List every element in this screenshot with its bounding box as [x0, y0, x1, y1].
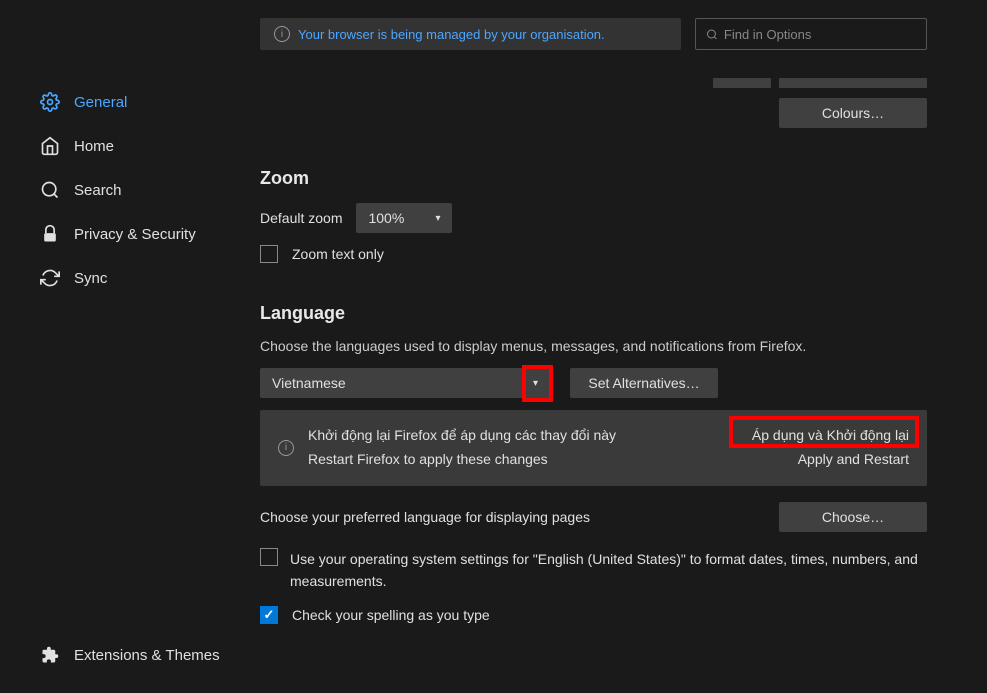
- os-settings-label: Use your operating system settings for "…: [290, 548, 927, 593]
- info-icon: i: [274, 26, 290, 42]
- gear-icon: [40, 92, 60, 112]
- lock-icon: [40, 224, 60, 244]
- chevron-down-icon: ▾: [435, 213, 440, 224]
- language-select[interactable]: Vietnamese ▾: [260, 368, 550, 398]
- search-input[interactable]: [724, 27, 916, 42]
- default-zoom-label: Default zoom: [260, 210, 342, 226]
- sidebar-label: Extensions & Themes: [74, 647, 220, 664]
- apply-restart-button-en[interactable]: Apply and Restart: [752, 448, 909, 472]
- info-icon: i: [278, 440, 294, 456]
- puzzle-icon: [40, 645, 60, 665]
- sync-icon: [40, 268, 60, 288]
- zoom-section: Zoom Default zoom 100% ▾ Zoom text only: [260, 168, 927, 263]
- set-alternatives-button[interactable]: Set Alternatives…: [570, 368, 718, 398]
- language-title: Language: [260, 303, 927, 324]
- sidebar-label: Home: [74, 138, 114, 155]
- zoom-text-only-checkbox[interactable]: [260, 245, 278, 263]
- default-zoom-select[interactable]: 100% ▾: [356, 203, 452, 233]
- sidebar-label: Privacy & Security: [74, 226, 196, 243]
- home-icon: [40, 136, 60, 156]
- search-input-container[interactable]: [695, 18, 927, 50]
- main-content: i Your browser is being managed by your …: [260, 0, 987, 693]
- os-settings-checkbox[interactable]: [260, 548, 278, 566]
- sidebar: General Home Search Privacy & Security: [0, 0, 260, 693]
- sidebar-item-extensions[interactable]: Extensions & Themes: [40, 633, 240, 677]
- apply-restart-button-vi[interactable]: Áp dụng và Khởi động lại: [752, 424, 909, 448]
- colours-button[interactable]: Colours…: [779, 98, 927, 128]
- sidebar-label: Search: [74, 182, 122, 199]
- sidebar-item-sync[interactable]: Sync: [0, 256, 260, 300]
- zoom-title: Zoom: [260, 168, 927, 189]
- sidebar-item-privacy[interactable]: Privacy & Security: [0, 212, 260, 256]
- zoom-text-only-label: Zoom text only: [292, 246, 384, 262]
- restart-notice: i Khởi động lại Firefox để áp dụng các t…: [260, 410, 927, 486]
- notice-text: Your browser is being managed by your or…: [298, 27, 605, 42]
- sidebar-item-home[interactable]: Home: [0, 124, 260, 168]
- sidebar-label: General: [74, 94, 127, 111]
- prev-section-stub: [260, 78, 927, 88]
- org-notice[interactable]: i Your browser is being managed by your …: [260, 18, 681, 50]
- spellcheck-checkbox[interactable]: [260, 606, 278, 624]
- spellcheck-label: Check your spelling as you type: [292, 607, 490, 623]
- sidebar-item-search[interactable]: Search: [0, 168, 260, 212]
- sidebar-label: Sync: [74, 270, 107, 287]
- sidebar-item-general[interactable]: General: [0, 80, 260, 124]
- language-section: Language Choose the languages used to di…: [260, 303, 927, 624]
- restart-message-vi: Khởi động lại Firefox để áp dụng các tha…: [308, 424, 738, 448]
- search-icon: [706, 28, 718, 41]
- language-description: Choose the languages used to display men…: [260, 338, 927, 354]
- display-pages-label: Choose your preferred language for displ…: [260, 509, 590, 525]
- choose-button[interactable]: Choose…: [779, 502, 927, 532]
- search-icon: [40, 180, 60, 200]
- restart-message-en: Restart Firefox to apply these changes: [308, 448, 738, 472]
- chevron-down-icon: ▾: [533, 378, 538, 389]
